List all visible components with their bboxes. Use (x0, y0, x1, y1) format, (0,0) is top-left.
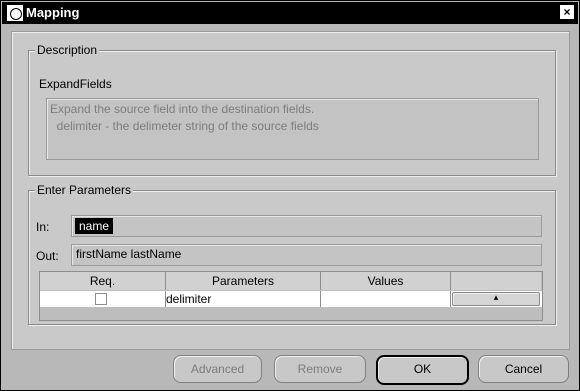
out-field-value[interactable]: firstName lastName (76, 247, 181, 261)
description-legend: Description (35, 43, 100, 57)
out-label: Out: (36, 249, 59, 263)
parameter-name-cell[interactable]: delimiter (166, 292, 211, 306)
column-header-parameters[interactable]: Parameters (166, 272, 321, 290)
description-line-1: Expand the source field into the destina… (50, 102, 315, 116)
column-divider (450, 291, 451, 307)
mapping-name: ExpandFields (39, 77, 112, 91)
close-button[interactable]: × (560, 5, 574, 19)
description-line-2: delimiter - the delimeter string of the … (50, 119, 319, 133)
column-divider (320, 291, 321, 307)
out-field[interactable]: firstName lastName (71, 244, 542, 266)
table-row[interactable]: delimiter ▴ (40, 291, 542, 307)
required-checkbox[interactable] (95, 293, 107, 305)
advanced-button[interactable]: Advanced (173, 355, 262, 383)
ok-button[interactable]: OK (376, 355, 469, 385)
description-text-area: Expand the source field into the destina… (46, 98, 539, 160)
column-header-req[interactable]: Req. (40, 272, 166, 290)
remove-button[interactable]: Remove (274, 355, 366, 383)
in-field-value[interactable]: name (75, 218, 114, 234)
description-group: Description ExpandFields Expand the sour… (28, 43, 556, 176)
title-bar[interactable]: Mapping × (2, 2, 578, 24)
parameters-table: Req. Parameters Values delimiter ▴ (39, 271, 543, 321)
cancel-button[interactable]: Cancel (478, 355, 569, 383)
parameters-legend: Enter Parameters (35, 183, 134, 197)
mapping-dialog: Mapping × Description ExpandFields Expan… (0, 0, 580, 391)
window-title: Mapping (26, 5, 80, 20)
column-header-values[interactable]: Values (321, 272, 451, 290)
column-header-action (451, 272, 541, 290)
edit-value-button[interactable]: ▴ (452, 292, 540, 306)
in-label: In: (36, 220, 50, 234)
in-field[interactable]: name (71, 215, 542, 237)
app-icon (7, 5, 23, 21)
